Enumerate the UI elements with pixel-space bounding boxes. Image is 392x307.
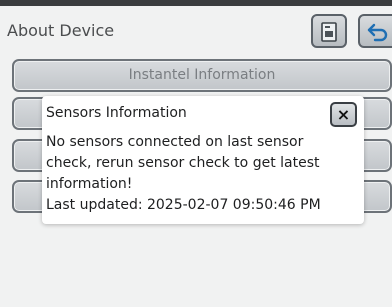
message-line-2: check, rerun sensor check to get latest [46, 155, 320, 171]
export-file-button[interactable] [311, 14, 347, 48]
sensors-information-dialog: Sensors Information × No sensors connect… [42, 96, 364, 224]
instantel-information-label: Instantel Information [128, 67, 276, 83]
page-title: About Device [7, 21, 115, 40]
close-button[interactable]: × [330, 102, 357, 127]
message-line-3: information! [46, 176, 133, 192]
last-updated-text: Last updated: 2025-02-07 09:50:46 PM [46, 197, 321, 213]
back-arrow-icon [367, 23, 388, 42]
about-device-screen: About Device Instantel Information Senso… [0, 0, 392, 307]
file-icon [321, 22, 337, 42]
close-icon: × [336, 105, 351, 124]
message-line-1: No sensors connected on last sensor [46, 134, 304, 150]
dialog-title: Sensors Information [46, 105, 187, 121]
instantel-information-button[interactable]: Instantel Information [12, 59, 392, 92]
dialog-message: No sensors connected on last sensor chec… [46, 132, 346, 216]
top-frame-bar [0, 0, 392, 6]
back-button[interactable] [358, 14, 392, 48]
